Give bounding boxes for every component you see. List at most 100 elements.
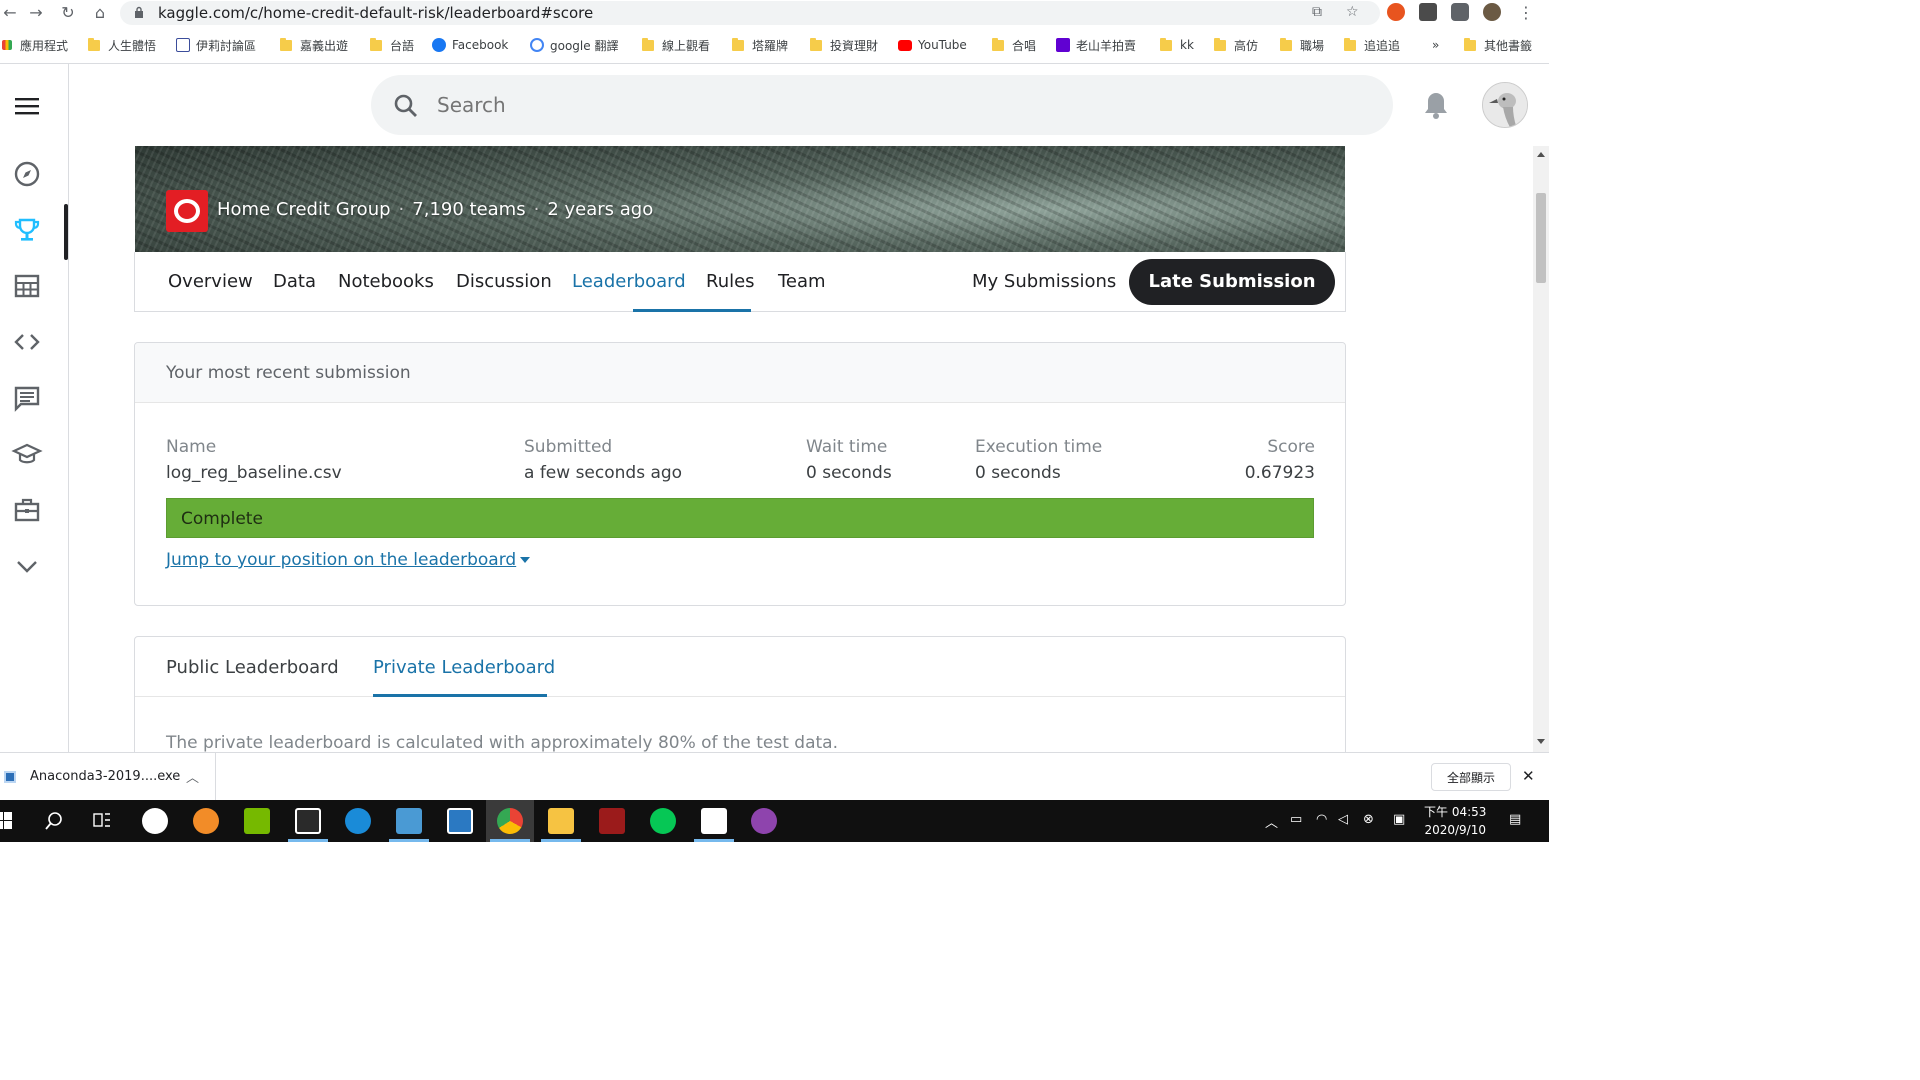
battery-icon[interactable]: ▭ — [1290, 812, 1302, 827]
bookmark-folder[interactable]: 嘉義出遊 — [280, 33, 348, 57]
bookmark-eyny[interactable]: 伊莉討論區 — [176, 33, 256, 57]
bookmark-google-translate[interactable]: google 翻譯 — [530, 33, 618, 57]
bookmark-folder[interactable]: 台語 — [370, 33, 414, 57]
chevron-down-icon[interactable] — [11, 550, 43, 582]
bookmark-folder[interactable]: 其他書籤 — [1464, 33, 1532, 57]
windows-start-icon[interactable] — [0, 812, 12, 830]
running-indicator — [490, 839, 530, 842]
github-desktop-icon[interactable] — [751, 808, 777, 834]
bookmarks-overflow-button[interactable]: » — [1432, 33, 1439, 57]
code-icon[interactable] — [11, 326, 43, 358]
fox-app-icon[interactable] — [295, 808, 321, 834]
tab-team[interactable]: Team — [778, 271, 826, 292]
volume-icon[interactable]: ◁ — [1338, 812, 1348, 827]
edge-icon[interactable] — [345, 808, 371, 834]
bookmark-folder[interactable]: 人生體悟 — [88, 33, 156, 57]
chevron-up-icon[interactable]: ︿ — [186, 767, 199, 786]
trophy-icon[interactable] — [11, 214, 43, 246]
menu-icon[interactable] — [11, 90, 43, 122]
control-panel-icon[interactable] — [396, 808, 422, 834]
wait-time-label: Wait time — [806, 437, 888, 457]
competition-tabs: Overview Data Notebooks Discussion Leade… — [134, 252, 1346, 312]
file-explorer-icon[interactable] — [548, 808, 574, 834]
bookmark-folder[interactable]: 合唱 — [992, 33, 1036, 57]
late-submission-button[interactable]: Late Submission — [1129, 259, 1335, 305]
bookmark-folder[interactable]: 高仿 — [1214, 33, 1258, 57]
bookmark-folder[interactable]: 投資理財 — [810, 33, 878, 57]
chrome-icon[interactable] — [497, 808, 523, 834]
bell-icon[interactable] — [1423, 90, 1449, 120]
table-icon[interactable] — [11, 270, 43, 302]
search-bar[interactable] — [371, 75, 1393, 135]
bookmark-folder[interactable]: 線上觀看 — [642, 33, 710, 57]
execution-time-label: Execution time — [975, 437, 1103, 457]
line-icon[interactable] — [650, 808, 676, 834]
bookmark-facebook[interactable]: Facebook — [432, 33, 508, 57]
tray-chevron-up-icon[interactable]: ︿ — [1265, 812, 1278, 831]
xbox-icon[interactable] — [142, 808, 168, 834]
notepad-icon[interactable] — [701, 808, 727, 834]
user-avatar[interactable] — [1482, 82, 1528, 128]
briefcase-icon[interactable] — [11, 494, 43, 526]
my-submissions-link[interactable]: My Submissions — [972, 271, 1116, 292]
task-view-icon[interactable] — [92, 811, 112, 831]
rail-active-indicator — [64, 204, 68, 260]
bookmark-folder[interactable]: 塔羅牌 — [732, 33, 788, 57]
bookmark-label: google 翻譯 — [550, 38, 619, 53]
system-clock[interactable]: 下午 04:53 2020/9/10 — [1424, 803, 1486, 839]
show-all-downloads-button[interactable]: 全部顯示 — [1431, 763, 1511, 791]
notification-center-icon[interactable]: ▤ — [1509, 812, 1521, 827]
tab-leaderboard[interactable]: Leaderboard — [572, 271, 686, 292]
tab-rules[interactable]: Rules — [706, 271, 755, 292]
nvidia-icon[interactable] — [244, 808, 270, 834]
download-item[interactable]: Anaconda3-2019....exe ︿ — [0, 753, 216, 801]
origin-icon[interactable] — [193, 808, 219, 834]
ime-off-icon[interactable]: ⊗ — [1363, 812, 1374, 827]
status-text: Complete — [181, 509, 263, 529]
star-icon[interactable]: ☆ — [1346, 4, 1359, 20]
comment-icon[interactable] — [11, 382, 43, 414]
extension-fire-icon[interactable] — [1387, 3, 1405, 21]
tab-public-leaderboard[interactable]: Public Leaderboard — [166, 657, 339, 678]
leaderboard-card: Public Leaderboard Private Leaderboard T… — [134, 636, 1346, 752]
folder-icon — [1214, 37, 1226, 51]
profile-avatar-icon[interactable] — [1483, 3, 1501, 21]
reload-icon[interactable]: ↻ — [58, 3, 78, 23]
input-method-icon[interactable]: ▣ — [1393, 812, 1405, 827]
forward-icon[interactable]: → — [26, 3, 46, 23]
translate-icon[interactable]: ⧉ — [1312, 4, 1322, 20]
search-input[interactable] — [437, 89, 1337, 121]
back-icon[interactable]: ← — [0, 3, 20, 23]
bookmark-folder[interactable]: kk — [1160, 33, 1194, 57]
tab-notebooks[interactable]: Notebooks — [338, 271, 434, 292]
bookmark-folder[interactable]: 職場 — [1280, 33, 1324, 57]
scroll-thumb[interactable] — [1536, 193, 1546, 283]
bookmark-yahoo[interactable]: 老山羊拍賣 — [1056, 33, 1136, 57]
host-name[interactable]: Home Credit Group — [217, 199, 391, 220]
compass-icon[interactable] — [11, 158, 43, 190]
tab-overview[interactable]: Overview — [168, 271, 253, 292]
scroll-down-icon[interactable] — [1537, 739, 1545, 744]
settings-app-icon[interactable] — [447, 808, 473, 834]
bookmark-label: 應用程式 — [20, 38, 69, 53]
wifi-icon[interactable]: ◠ — [1316, 812, 1327, 827]
page-scrollbar[interactable] — [1533, 146, 1549, 752]
bookmark-folder[interactable]: 追追追 — [1344, 33, 1400, 57]
tab-discussion[interactable]: Discussion — [456, 271, 552, 292]
bookmark-youtube[interactable]: YouTube — [898, 33, 967, 57]
address-bar[interactable]: kaggle.com/c/home-credit-default-risk/le… — [120, 1, 1380, 25]
scroll-up-icon[interactable] — [1537, 152, 1545, 157]
home-icon[interactable]: ⌂ — [90, 3, 110, 23]
running-indicator — [541, 839, 581, 842]
extension-f-icon[interactable] — [1419, 3, 1437, 21]
game-app-icon[interactable] — [599, 808, 625, 834]
kebab-menu-icon[interactable]: ⋮ — [1516, 3, 1536, 23]
bookmark-apps[interactable]: 應用程式 — [2, 33, 68, 57]
extensions-puzzle-icon[interactable] — [1451, 3, 1469, 21]
close-icon[interactable]: ✕ — [1522, 767, 1535, 785]
jump-to-position-link[interactable]: Jump to your position on the leaderboard — [166, 550, 531, 570]
tab-private-leaderboard[interactable]: Private Leaderboard — [373, 657, 555, 678]
school-icon[interactable] — [11, 438, 43, 470]
tab-data[interactable]: Data — [273, 271, 316, 292]
search-icon[interactable] — [44, 811, 64, 831]
